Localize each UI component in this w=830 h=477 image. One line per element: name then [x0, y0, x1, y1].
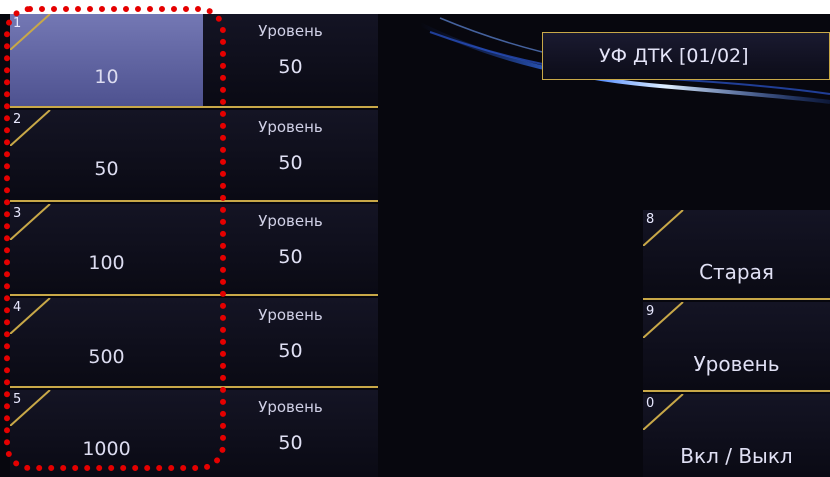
level-button-3[interactable]: Уровень 50: [203, 204, 378, 296]
level-label: Уровень: [258, 306, 323, 324]
on-off-button[interactable]: 0 Вкл / Выкл: [643, 394, 830, 477]
level-label: Уровень: [258, 212, 323, 230]
range-value: 100: [88, 252, 125, 274]
button-index: 1: [13, 16, 22, 31]
level-label: Уровень: [258, 398, 323, 416]
button-index: 4: [13, 300, 22, 315]
level-button[interactable]: 9 Уровень: [643, 302, 830, 392]
range-button-4[interactable]: 4 500: [10, 298, 203, 388]
level-button-2[interactable]: Уровень 50: [203, 110, 378, 202]
level-value: 50: [278, 432, 303, 454]
range-value: 1000: [82, 438, 131, 460]
level-value: 50: [278, 246, 303, 268]
range-button-5[interactable]: 5 1000: [10, 390, 203, 477]
old-button[interactable]: 8 Старая: [643, 210, 830, 300]
range-value: 10: [94, 66, 119, 88]
level-label: Уровень: [258, 118, 323, 136]
level-value: 50: [278, 340, 303, 362]
button-index: 3: [13, 206, 22, 221]
level-label: Уровень: [258, 22, 323, 40]
level-button-5[interactable]: Уровень 50: [203, 390, 378, 477]
page-title: УФ ДТК [01/02]: [542, 32, 830, 80]
level-button-1[interactable]: Уровень 50: [203, 14, 378, 108]
level-value: 50: [278, 56, 303, 78]
button-index: 9: [646, 304, 655, 319]
button-index: 0: [646, 396, 655, 411]
button-index: 5: [13, 392, 22, 407]
range-value: 500: [88, 346, 125, 368]
screen: УФ ДТК [01/02] 1 10 Уровень 50 2 50 Уров…: [0, 14, 830, 477]
range-button-2[interactable]: 2 50: [10, 110, 203, 202]
range-button-3[interactable]: 3 100: [10, 204, 203, 296]
button-index: 2: [13, 112, 22, 127]
button-label: Уровень: [693, 352, 780, 376]
range-value: 50: [94, 158, 119, 180]
button-label: Старая: [699, 260, 774, 284]
range-button-1[interactable]: 1 10: [10, 14, 203, 108]
button-label: Вкл / Выкл: [680, 444, 793, 468]
level-value: 50: [278, 152, 303, 174]
level-button-4[interactable]: Уровень 50: [203, 298, 378, 388]
button-index: 8: [646, 212, 655, 227]
